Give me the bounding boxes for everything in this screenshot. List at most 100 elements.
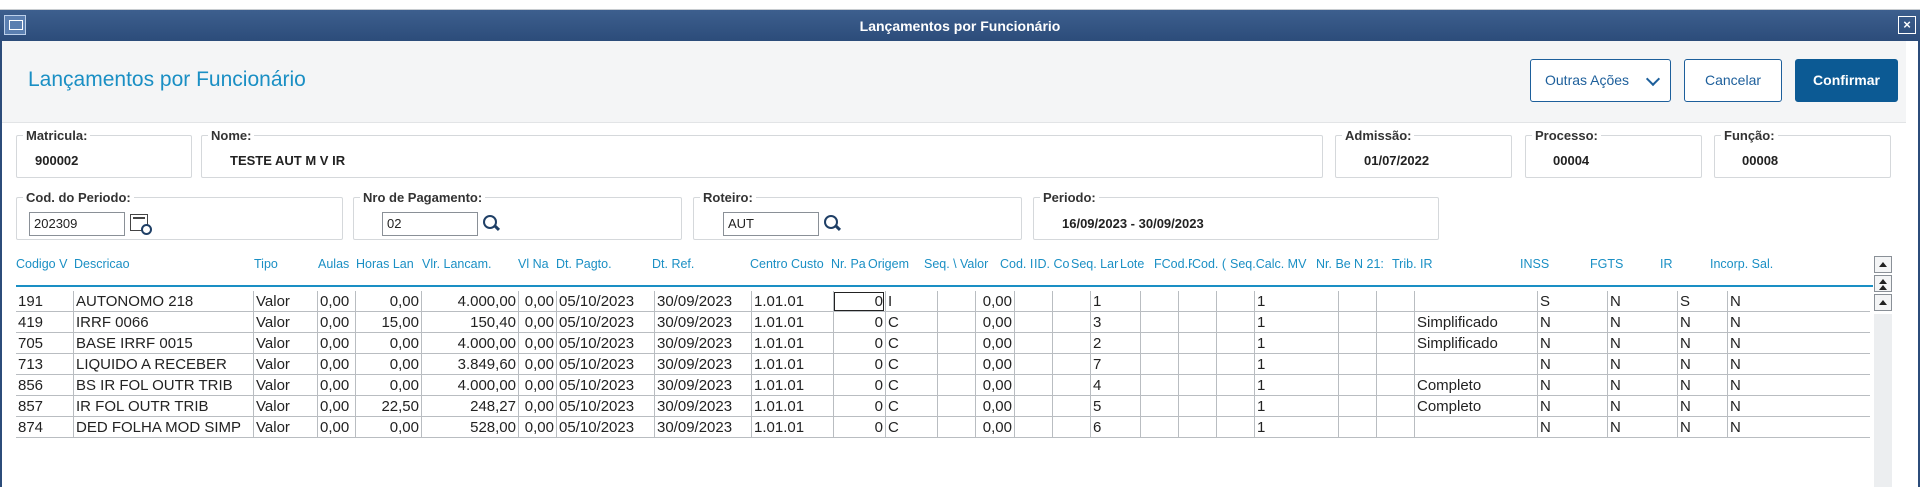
col-header-incorp-sal[interactable]: Incorp. Sal. [1710,254,1800,274]
col-header-origem[interactable]: Origem [868,254,928,274]
col-header-n-21[interactable]: N 21: [1354,254,1392,274]
table-cell[interactable]: 05/10/2023 [556,396,654,417]
table-cell[interactable]: N [1677,417,1727,438]
table-cell[interactable]: N [1727,312,1870,333]
table-cell[interactable] [1178,291,1216,312]
table-cell[interactable] [1052,354,1090,375]
table-cell[interactable]: 0,00 [975,417,1014,438]
table-cell[interactable]: N [1677,312,1727,333]
table-cell[interactable]: N [1537,375,1607,396]
table-cell[interactable]: 30/09/2023 [654,396,751,417]
table-cell[interactable]: 0,00 [317,312,355,333]
table-cell[interactable] [937,417,975,438]
table-cell[interactable]: 0 [833,333,885,354]
table-cell[interactable]: 1.01.01 [751,354,833,375]
table-cell[interactable]: 0 [833,312,885,333]
table-cell[interactable] [1338,354,1376,375]
table-cell[interactable]: I [885,291,937,312]
table-cell[interactable] [1052,396,1090,417]
table-cell[interactable]: Completo [1414,375,1537,396]
table-cell[interactable]: N [1727,333,1870,354]
table-cell[interactable] [1414,354,1537,375]
table-cell[interactable]: 3.849,60 [421,354,518,375]
table-cell[interactable]: 0,00 [975,312,1014,333]
table-cell[interactable] [1338,417,1376,438]
table-cell[interactable]: 30/09/2023 [654,354,751,375]
table-cell[interactable] [1052,333,1090,354]
table-cell[interactable]: N [1727,396,1870,417]
col-header-vlr-lancam[interactable]: Vlr. Lancam. [422,254,514,274]
table-cell[interactable]: 15,00 [355,312,421,333]
table-cell[interactable] [1376,312,1414,333]
confirm-button[interactable]: Confirmar [1795,59,1898,102]
table-cell[interactable]: Valor [253,333,317,354]
table-cell[interactable] [1140,333,1178,354]
table-cell[interactable]: 0,00 [975,291,1014,312]
table-cell[interactable] [1216,375,1254,396]
table-cell[interactable]: Valor [253,417,317,438]
table-cell[interactable]: 05/10/2023 [556,312,654,333]
scroll-track[interactable] [1874,314,1892,487]
table-cell[interactable]: 857 [16,396,73,417]
scroll-top-icon[interactable] [1874,256,1892,273]
table-cell[interactable] [1052,291,1090,312]
col-header-dt-ref[interactable]: Dt. Ref. [652,254,742,274]
table-cell[interactable]: Valor [253,291,317,312]
table-cell[interactable]: N [1537,333,1607,354]
table-cell[interactable] [1014,396,1052,417]
search-icon[interactable] [482,214,500,232]
table-cell[interactable] [1014,417,1052,438]
table-cell[interactable]: DED FOLHA MOD SIMP [73,417,253,438]
table-cell[interactable] [937,375,975,396]
table-cell[interactable]: 528,00 [421,417,518,438]
table-cell[interactable] [1052,312,1090,333]
table-cell[interactable] [1376,396,1414,417]
table-cell[interactable]: 0,00 [355,375,421,396]
table-cell[interactable]: 0,00 [518,354,556,375]
table-cell[interactable] [1338,396,1376,417]
table-cell[interactable] [937,291,975,312]
table-cell[interactable]: 30/09/2023 [654,291,751,312]
col-header-lote[interactable]: Lote [1120,254,1154,274]
table-cell[interactable]: N [1607,396,1677,417]
table-cell[interactable]: 22,50 [355,396,421,417]
col-header-fcod-r[interactable]: FCod.R [1154,254,1192,274]
table-cell[interactable] [1014,354,1052,375]
col-header-seq-lan[interactable]: Seq. Lar [1071,254,1121,274]
table-row[interactable]: 874 DED FOLHA MOD SIMP Valor 0,00 0,00 528,00… [16,417,1870,438]
table-cell[interactable]: 0,00 [518,291,556,312]
calendar-lookup-icon[interactable] [130,214,152,235]
col-header-id-co[interactable]: ID. Co [1034,254,1072,274]
table-cell[interactable]: N [1537,417,1607,438]
table-cell[interactable]: N [1607,354,1677,375]
table-cell[interactable] [1014,375,1052,396]
table-cell[interactable]: 6 [1090,417,1140,438]
table-cell[interactable]: 0,00 [355,291,421,312]
table-cell[interactable]: Completo [1414,396,1537,417]
table-cell[interactable] [1140,291,1178,312]
table-cell[interactable]: 0,00 [975,354,1014,375]
col-header-fgts[interactable]: FGTS [1590,254,1640,274]
table-cell[interactable]: 0,00 [355,417,421,438]
table-cell[interactable]: C [885,417,937,438]
table-cell[interactable] [1216,396,1254,417]
table-cell[interactable]: 7 [1090,354,1140,375]
table-cell[interactable] [1014,333,1052,354]
table-cell[interactable]: 3 [1090,312,1140,333]
table-cell[interactable]: 1 [1254,291,1338,312]
table-cell[interactable]: BS IR FOL OUTR TRIB [73,375,253,396]
table-cell[interactable]: 1.01.01 [751,417,833,438]
col-header-descricao[interactable]: Descricao [74,254,249,274]
table-cell[interactable]: 0,00 [518,396,556,417]
table-cell[interactable]: 0,00 [317,333,355,354]
table-cell[interactable]: 0,00 [317,375,355,396]
table-cell[interactable]: N [1727,291,1870,312]
col-header-nr-bem[interactable]: Nr. Be [1316,254,1354,274]
table-cell[interactable]: 0,00 [518,312,556,333]
table-cell[interactable]: BASE IRRF 0015 [73,333,253,354]
table-cell[interactable] [1140,396,1178,417]
table-cell[interactable]: 30/09/2023 [654,375,751,396]
table-cell[interactable]: C [885,354,937,375]
table-cell[interactable]: 1 [1254,333,1338,354]
cancel-button[interactable]: Cancelar [1684,59,1782,102]
